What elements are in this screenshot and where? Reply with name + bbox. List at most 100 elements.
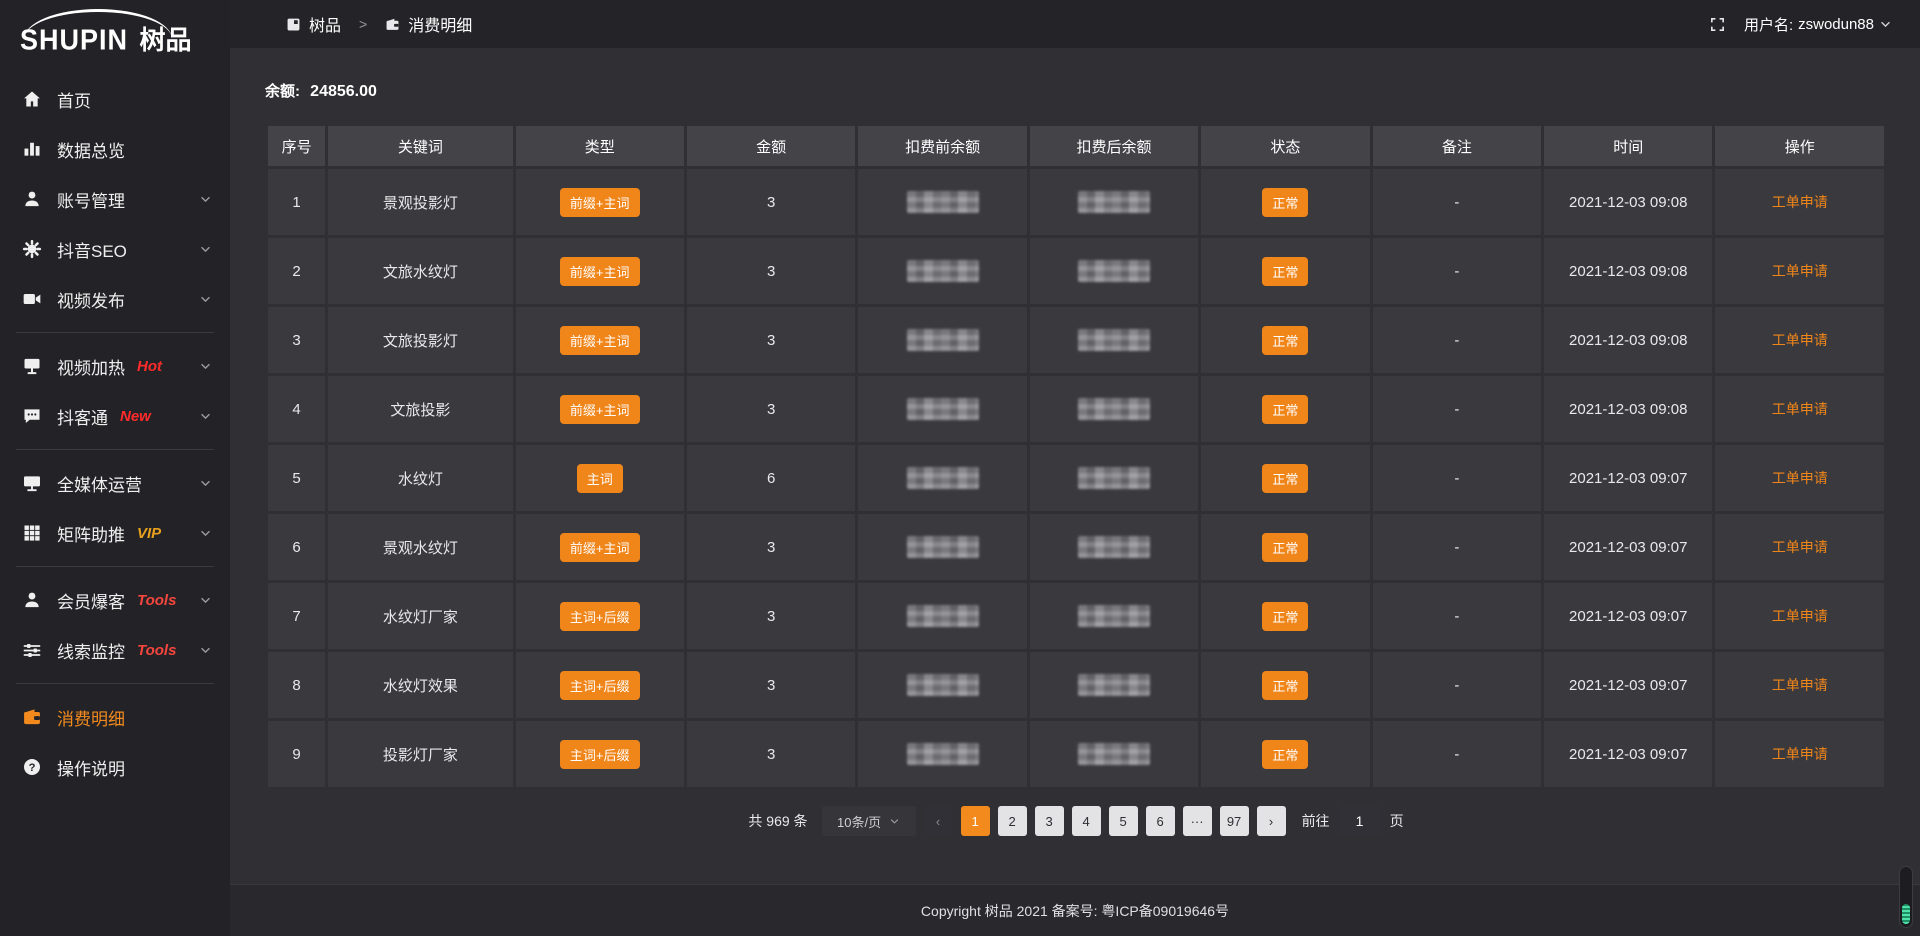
table-row: 6景观水纹灯前缀+主词3正常-2021-12-03 09:07工单申请 [268,514,1884,580]
table-row: 2文旅水纹灯前缀+主词3正常-2021-12-03 09:08工单申请 [268,238,1884,304]
cell-time: 2021-12-03 09:08 [1544,238,1712,304]
pagination: 共 969 条 10条/页 ‹ 123456···97 › 前往 页 [265,806,1887,836]
cell-amount: 3 [687,721,855,787]
cell-action: 工单申请 [1715,307,1884,373]
sidebar-item-label: 全媒体运营 [57,471,142,496]
app-logo[interactable]: SHUPIN 树品 [0,6,230,60]
video-icon [22,289,42,309]
masked-value [907,191,979,213]
work-order-link[interactable]: 工单申请 [1772,470,1828,486]
cell-keyword: 文旅水纹灯 [328,238,512,304]
sidebar-item-2-0[interactable]: 全媒体运营 [0,458,230,508]
table-row: 4文旅投影前缀+主词3正常-2021-12-03 09:08工单申请 [268,376,1884,442]
cell-remark: - [1373,445,1541,511]
cell-time: 2021-12-03 09:07 [1544,652,1712,718]
masked-value [907,674,979,696]
column-header: 状态 [1201,126,1369,166]
sidebar-item-label: 视频加热 [57,354,125,379]
sidebar-item-label: 线索监控 [57,638,125,663]
work-order-link[interactable]: 工单申请 [1772,401,1828,417]
cell-keyword: 投影灯厂家 [328,721,512,787]
cell-time: 2021-12-03 09:08 [1544,169,1712,235]
wallet-icon [22,707,42,727]
prev-page-button[interactable]: ‹ [924,806,953,836]
work-order-link[interactable]: 工单申请 [1772,194,1828,210]
cell-keyword: 水纹灯 [328,445,512,511]
logo-text-en: SHUPIN [20,24,128,57]
goto-page-input[interactable] [1338,806,1382,836]
masked-value [1078,191,1150,213]
work-order-link[interactable]: 工单申请 [1772,608,1828,624]
status-tag: 正常 [1262,395,1308,424]
table-body: 1景观投影灯前缀+主词3正常-2021-12-03 09:08工单申请2文旅水纹… [268,169,1884,787]
page-button-1[interactable]: 1 [961,806,990,836]
page-button-6[interactable]: 6 [1146,806,1175,836]
sidebar-item-4-1[interactable]: ?操作说明 [0,742,230,792]
pagination-total: 共 969 条 [748,811,807,831]
page-button-3[interactable]: 3 [1035,806,1064,836]
sidebar-item-4-0[interactable]: 消费明细 [0,692,230,742]
chevron-down-icon [1879,18,1892,31]
consumption-table: 序号关键词类型金额扣费前余额扣费后余额状态备注时间操作 1景观投影灯前缀+主词3… [265,123,1887,790]
sidebar-item-badge: New [120,408,151,425]
cell-index: 7 [268,583,325,649]
sidebar-item-1-0[interactable]: 视频加热Hot [0,341,230,391]
cell-keyword: 文旅投影 [328,376,512,442]
status-tag: 正常 [1262,533,1308,562]
masked-value [907,605,979,627]
page-buttons: 123456 ··· 97 [961,806,1249,836]
sidebar-item-label: 视频发布 [57,287,125,312]
masked-value [1078,674,1150,696]
sidebar-item-label: 抖客通 [57,404,108,429]
table-row: 8水纹灯效果主词+后缀3正常-2021-12-03 09:07工单申请 [268,652,1884,718]
cell-action: 工单申请 [1715,514,1884,580]
page-size-select[interactable]: 10条/页 [822,806,916,836]
sidebar-divider [16,566,214,567]
sidebar-item-badge: Tools [137,592,176,609]
column-header: 关键词 [328,126,512,166]
column-header: 备注 [1373,126,1541,166]
sidebar-item-label: 账号管理 [57,187,125,212]
user-menu[interactable]: 用户名: zswodun88 [1744,14,1892,35]
work-order-link[interactable]: 工单申请 [1772,263,1828,279]
cell-remark: - [1373,514,1541,580]
sidebar-item-3-1[interactable]: 线索监控 Tools [0,625,230,675]
sidebar-item-1-1[interactable]: 抖客通 New [0,391,230,441]
cell-balance-before [858,514,1026,580]
sidebar-item-0-2[interactable]: 账号管理 [0,174,230,224]
cell-remark: - [1373,238,1541,304]
sidebar-item-0-4[interactable]: 视频发布 [0,274,230,324]
breadcrumb-item-current[interactable]: 消费明细 [408,12,472,36]
sidebar-item-0-0[interactable]: 首页 [0,74,230,124]
fullscreen-icon[interactable] [1709,16,1726,33]
sidebar-item-0-1[interactable]: 数据总览 [0,124,230,174]
table-row: 1景观投影灯前缀+主词3正常-2021-12-03 09:08工单申请 [268,169,1884,235]
page-button-2[interactable]: 2 [998,806,1027,836]
sidebar-item-3-0[interactable]: 会员爆客Tools [0,575,230,625]
status-tag: 正常 [1262,671,1308,700]
scrollbar-thumb[interactable] [1902,904,1910,924]
page-button-5[interactable]: 5 [1109,806,1138,836]
type-tag: 前缀+主词 [560,395,640,424]
work-order-link[interactable]: 工单申请 [1772,746,1828,762]
sidebar-item-badge: VIP [137,525,161,542]
sidebar-item-2-1[interactable]: 矩阵助推VIP [0,508,230,558]
cell-balance-before [858,652,1026,718]
sidebar-item-label: 数据总览 [57,137,125,162]
table-row: 7水纹灯厂家主词+后缀3正常-2021-12-03 09:07工单申请 [268,583,1884,649]
breadcrumb-item-home[interactable]: 树品 [309,12,341,36]
work-order-link[interactable]: 工单申请 [1772,677,1828,693]
cell-balance-before [858,376,1026,442]
monitor-icon [22,473,42,493]
scrollbar-track[interactable] [1899,866,1913,928]
sidebar-item-badge: Tools [137,642,176,659]
work-order-link[interactable]: 工单申请 [1772,332,1828,348]
next-page-button[interactable]: › [1257,806,1286,836]
sidebar-item-0-3[interactable]: 抖音SEO [0,224,230,274]
home-icon [22,89,42,109]
page-ellipsis-button[interactable]: ··· [1183,806,1212,836]
work-order-link[interactable]: 工单申请 [1772,539,1828,555]
table-header-row: 序号关键词类型金额扣费前余额扣费后余额状态备注时间操作 [268,126,1884,166]
page-button-4[interactable]: 4 [1072,806,1101,836]
page-button-97[interactable]: 97 [1220,806,1249,836]
